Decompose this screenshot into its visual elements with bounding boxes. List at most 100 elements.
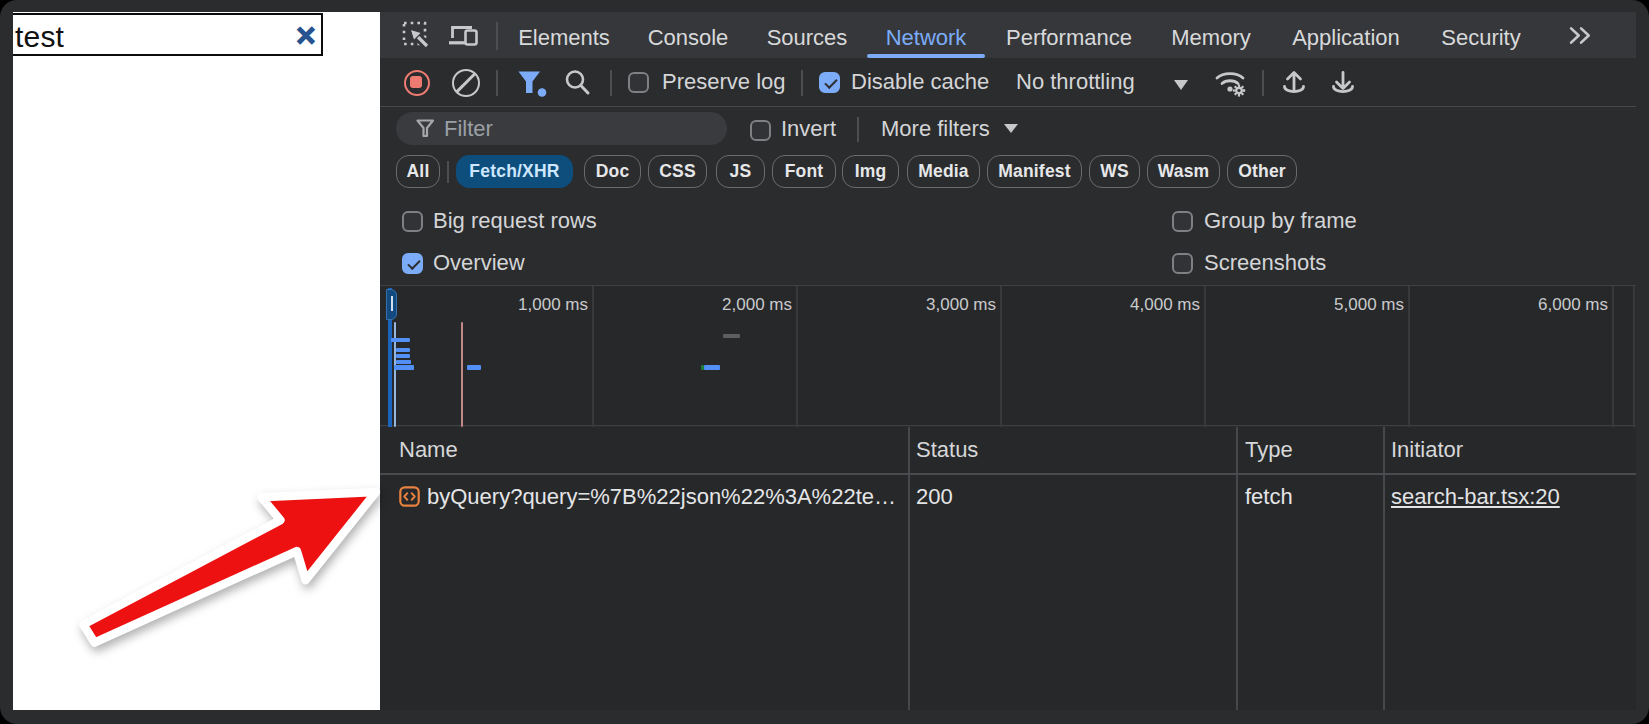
toolbar-separator-2 xyxy=(610,70,612,96)
preserve-log-label: Preserve log xyxy=(662,58,786,107)
tab-memory[interactable]: Memory xyxy=(1171,12,1250,58)
more-filters-caret-icon[interactable] xyxy=(1004,124,1018,133)
more-tabs-icon[interactable] xyxy=(1567,26,1598,45)
requests-table: Name Status Type Initiator byQuery?query… xyxy=(380,427,1636,711)
timeline-tick-label: 2,000 ms xyxy=(722,295,792,315)
throttling-caret-icon[interactable] xyxy=(1174,80,1188,90)
filter-separator xyxy=(857,117,859,142)
pills-separator xyxy=(447,161,449,183)
timeline-tick-label: 6,000 ms xyxy=(1538,295,1608,315)
timeline-gridline xyxy=(796,286,798,427)
search-input[interactable]: test ✕ xyxy=(13,13,323,56)
timeline-request-bar xyxy=(704,365,720,370)
request-status-cell[interactable]: 200 xyxy=(916,475,953,518)
network-overview-timeline[interactable]: 1,000 ms 2,000 ms 3,000 ms 4,000 ms 5,00… xyxy=(380,285,1636,426)
timeline-gridline xyxy=(1000,286,1002,427)
overview-checkbox[interactable] xyxy=(402,253,423,274)
timeline-request-bar xyxy=(467,365,481,370)
fetch-request-icon xyxy=(399,486,420,507)
timeline-gridline xyxy=(592,286,594,427)
pill-all[interactable]: All xyxy=(396,155,440,188)
column-header-type[interactable]: Type xyxy=(1245,427,1293,474)
tab-console[interactable]: Console xyxy=(648,12,729,58)
tab-sources[interactable]: Sources xyxy=(767,12,848,58)
throttling-select-value[interactable]: No throttling xyxy=(1016,58,1135,107)
column-header-initiator[interactable]: Initiator xyxy=(1391,427,1463,474)
tabbar-separator xyxy=(496,22,498,50)
column-separator[interactable] xyxy=(1236,427,1238,711)
devtools-tabbar: Elements Console Sources Network Perform… xyxy=(380,12,1636,58)
overview-label: Overview xyxy=(433,253,525,273)
timeline-gridline xyxy=(1204,286,1206,427)
timeline-gridline xyxy=(1612,286,1614,427)
disable-cache-checkbox[interactable] xyxy=(819,72,840,93)
column-separator[interactable] xyxy=(908,427,910,711)
timeline-request-bar xyxy=(396,348,410,353)
search-input-value: test xyxy=(15,15,64,56)
tab-elements[interactable]: Elements xyxy=(518,12,610,58)
toolbar-separator-3 xyxy=(801,70,803,96)
invert-checkbox[interactable] xyxy=(750,120,771,141)
filter-input-funnel-icon xyxy=(416,119,436,139)
export-har-icon[interactable] xyxy=(1328,69,1358,99)
group-by-frame-checkbox[interactable] xyxy=(1172,211,1193,232)
pill-ws[interactable]: WS xyxy=(1089,155,1140,188)
pill-fetch-xhr[interactable]: Fetch/XHR xyxy=(456,155,573,188)
web-page: test ✕ xyxy=(13,12,380,710)
toolbar-separator-1 xyxy=(496,70,498,96)
column-header-status[interactable]: Status xyxy=(916,427,978,474)
screenshot-root: test ✕ Elements Console Sou xyxy=(0,0,1649,724)
pill-other[interactable]: Other xyxy=(1227,155,1297,188)
big-request-rows-checkbox[interactable] xyxy=(402,211,423,232)
timeline-request-bar xyxy=(396,360,411,364)
group-by-frame-label: Group by frame xyxy=(1204,211,1357,231)
timeline-request-bar-gray xyxy=(723,334,740,338)
pill-media[interactable]: Media xyxy=(907,155,980,188)
screenshots-checkbox[interactable] xyxy=(1172,253,1193,274)
selected-tab-underline xyxy=(867,54,985,58)
tab-security[interactable]: Security xyxy=(1441,12,1520,58)
timeline-load-event-line xyxy=(461,322,463,427)
timeline-right-border xyxy=(1633,286,1635,427)
inspect-element-icon[interactable] xyxy=(402,21,430,49)
toolbar-separator-4 xyxy=(1262,70,1264,96)
search-network-icon[interactable] xyxy=(563,69,593,99)
pill-css[interactable]: CSS xyxy=(648,155,707,188)
timeline-selection-handle[interactable] xyxy=(386,289,397,320)
pill-wasm[interactable]: Wasm xyxy=(1147,155,1220,188)
pill-js[interactable]: JS xyxy=(716,155,765,188)
request-initiator-link[interactable]: search-bar.tsx:20 xyxy=(1391,475,1560,518)
timeline-tick-label: 1,000 ms xyxy=(518,295,588,315)
pill-font[interactable]: Font xyxy=(772,155,836,188)
screenshots-label: Screenshots xyxy=(1204,253,1326,273)
timeline-request-bar xyxy=(394,365,414,370)
network-conditions-icon[interactable] xyxy=(1214,69,1250,99)
pill-doc[interactable]: Doc xyxy=(584,155,641,188)
devtools-panel: Elements Console Sources Network Perform… xyxy=(380,12,1636,710)
timeline-request-bar xyxy=(396,354,410,358)
filter-toggle-icon[interactable] xyxy=(516,69,548,99)
column-separator[interactable] xyxy=(1383,427,1385,711)
timeline-request-bar xyxy=(391,338,410,343)
big-request-rows-label: Big request rows xyxy=(433,211,597,231)
preserve-log-checkbox[interactable] xyxy=(628,72,649,93)
disable-cache-label: Disable cache xyxy=(851,58,989,107)
filter-input-placeholder: Filter xyxy=(444,112,493,145)
tab-performance[interactable]: Performance xyxy=(1006,12,1132,58)
column-header-name[interactable]: Name xyxy=(399,427,458,474)
pill-manifest[interactable]: Manifest xyxy=(987,155,1082,188)
request-type-cell[interactable]: fetch xyxy=(1245,475,1293,518)
more-filters-label[interactable]: More filters xyxy=(881,107,990,151)
clear-network-log-button[interactable] xyxy=(452,69,480,97)
clear-search-button[interactable]: ✕ xyxy=(293,15,319,56)
request-name-cell[interactable]: byQuery?query=%7B%22json%22%3A%22te… xyxy=(427,475,896,518)
tab-network[interactable]: Network xyxy=(886,12,967,58)
timeline-gridline xyxy=(1408,286,1410,427)
pill-img[interactable]: Img xyxy=(842,155,899,188)
device-toolbar-icon[interactable] xyxy=(448,24,480,48)
timeline-tick-label: 4,000 ms xyxy=(1130,295,1200,315)
invert-label: Invert xyxy=(781,107,836,151)
tab-application[interactable]: Application xyxy=(1292,12,1400,58)
import-har-icon[interactable] xyxy=(1279,69,1309,99)
record-network-log-button[interactable] xyxy=(404,70,430,96)
